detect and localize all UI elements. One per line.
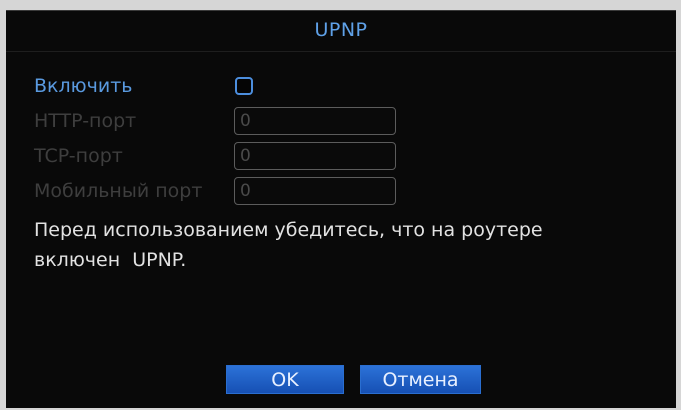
upnp-hint: Перед использованием убедитесь, что на р…	[34, 215, 634, 275]
screen-frame: UPNP Включить HTTP-порт 0 TCP-порт 0 Моб…	[0, 0, 681, 410]
mobile-port-field[interactable]: 0	[234, 177, 396, 205]
hint-line-2: включен UPNP.	[34, 249, 187, 271]
upnp-dialog: UPNP Включить HTTP-порт 0 TCP-порт 0 Моб…	[6, 10, 676, 408]
tcp-port-field[interactable]: 0	[234, 142, 396, 170]
dialog-title: UPNP	[314, 19, 368, 41]
mobile-port-label: Мобильный порт	[34, 180, 203, 202]
hint-line-1: Перед использованием убедитесь, что на р…	[34, 219, 543, 241]
tcp-port-label: TCP-порт	[34, 145, 123, 167]
http-port-field[interactable]: 0	[234, 107, 396, 135]
cancel-button[interactable]: Отмена	[360, 365, 481, 394]
title-divider	[6, 51, 676, 52]
enable-label: Включить	[34, 75, 133, 97]
ok-button[interactable]: OK	[226, 365, 344, 394]
http-port-label: HTTP-порт	[34, 110, 137, 132]
enable-checkbox[interactable]	[235, 77, 253, 95]
